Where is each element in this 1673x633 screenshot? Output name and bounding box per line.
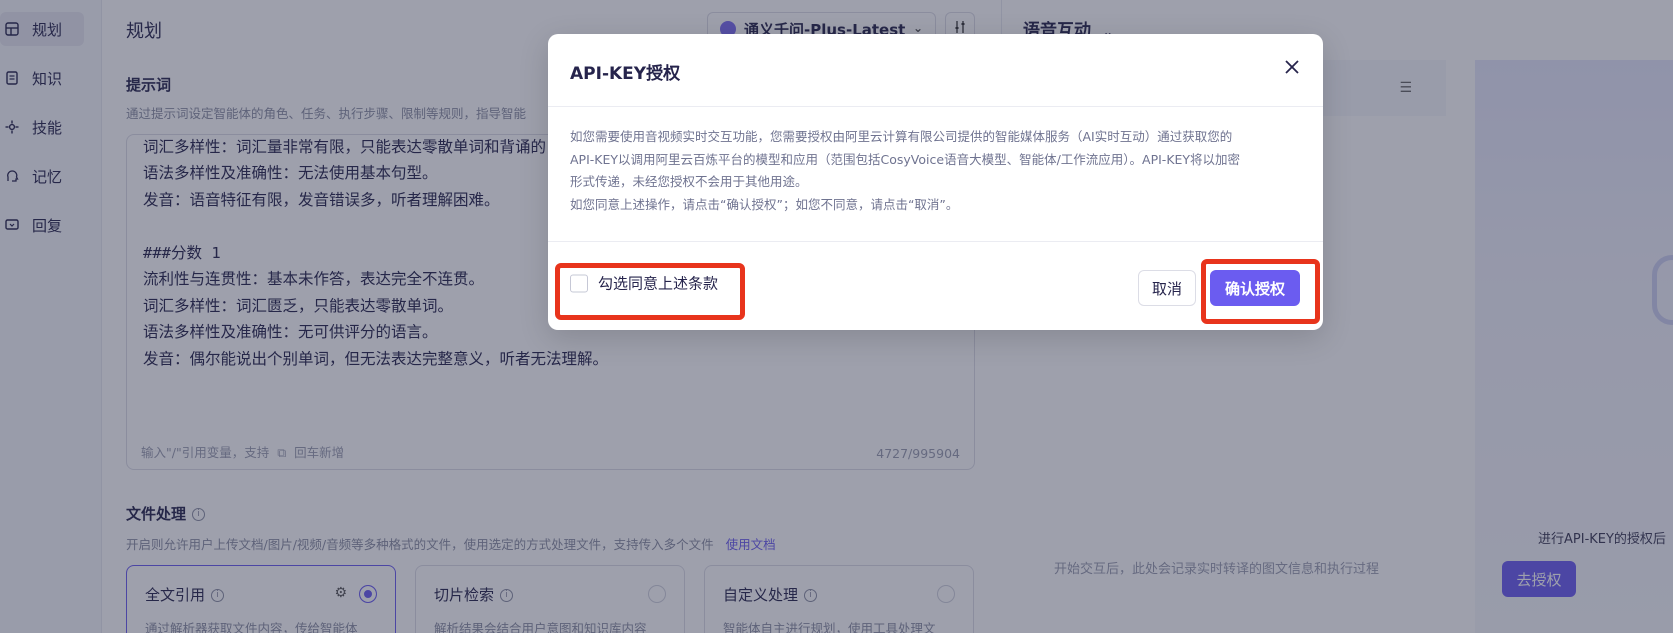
divider: [548, 106, 1323, 107]
dialog-body-line: 形式传递，未经您授权不会用于其他用途。: [570, 174, 808, 189]
dialog-body-line: 如您同意上述操作，请点击“确认授权”；如您不同意，请点击“取消”。: [570, 196, 959, 212]
dialog-body-line: API-KEY以调用阿里云百炼平台的模型和应用（范围包括CosyVoice语音大…: [570, 151, 1241, 167]
highlight-agree-box: [555, 263, 745, 320]
dialog-body-line: 如您需要使用音视频实时交互功能，您需要授权由阿里云计算有限公司提供的智能媒体服务…: [570, 129, 1233, 144]
dialog-body: 如您需要使用音视频实时交互功能，您需要授权由阿里云计算有限公司提供的智能媒体服务…: [570, 126, 1300, 216]
close-icon[interactable]: [1281, 56, 1303, 78]
highlight-confirm-box: [1201, 259, 1320, 324]
cancel-button[interactable]: 取消: [1138, 270, 1196, 306]
divider: [548, 241, 1323, 242]
dialog-title: API-KEY授权: [570, 64, 681, 84]
